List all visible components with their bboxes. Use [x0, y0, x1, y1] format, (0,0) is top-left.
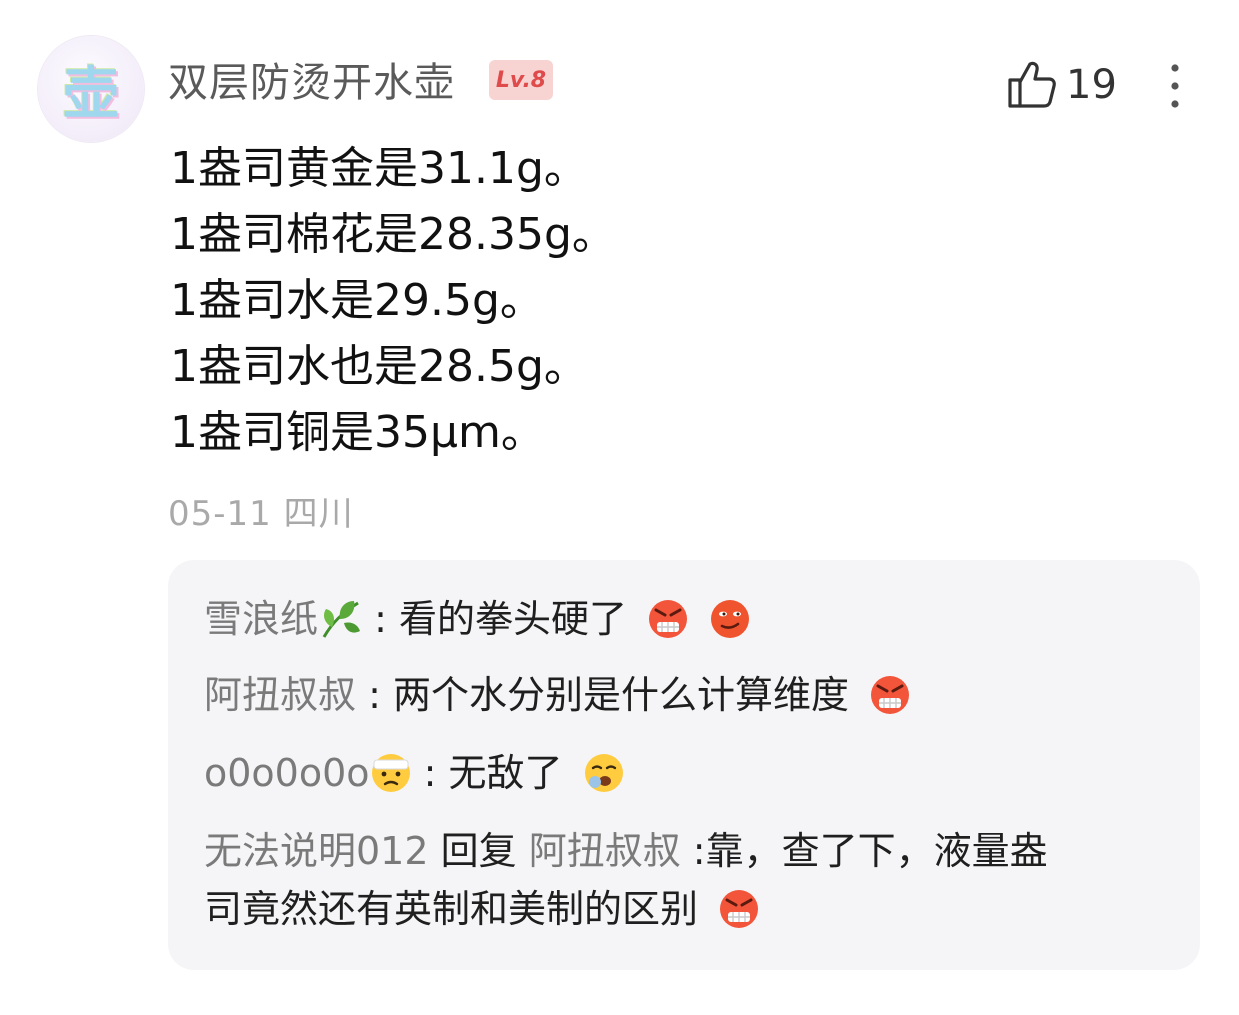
reply-author[interactable]: 阿扭叔叔 — [204, 673, 356, 717]
like-count: 19 — [1066, 62, 1117, 108]
reply-item[interactable]: 阿扭叔叔 : 两个水分别是什么计算维度 — [204, 666, 911, 724]
replies-panel[interactable]: 雪浪纸 : 看的拳头硬了 阿扭叔叔 : 两个水分别是什么计算维度 o0o0o0o… — [168, 560, 1200, 970]
comment-line: 1盎司黄金是31.1g。 — [170, 143, 588, 194]
reply-separator: : — [411, 751, 449, 795]
angry-emoji-icon — [720, 889, 759, 928]
user-avatar[interactable]: 壶 — [38, 36, 144, 142]
reply-separator: : — [356, 673, 393, 717]
reply-author[interactable]: 雪浪纸 — [204, 597, 318, 641]
reply-item-continuation: 司竟然还有英制和美制的区别 — [204, 880, 760, 938]
comment-username[interactable]: 双层防烫开水壶 — [168, 50, 455, 108]
reply-item[interactable]: 无法说明012 回复 阿扭叔叔 :靠，查了下，液量盎 — [204, 822, 1048, 880]
reply-item[interactable]: o0o0o0o : 无敌了 — [204, 744, 625, 802]
leaf-icon — [322, 600, 361, 638]
comment-body: 1盎司黄金是31.1g。 1盎司棉花是28.35g。 1盎司水是29.5g。 1… — [170, 136, 616, 466]
comment-line: 1盎司水是29.5g。 — [170, 275, 544, 326]
more-options-icon[interactable] — [1163, 62, 1187, 110]
angry-emoji-icon — [871, 675, 910, 714]
comment-line: 1盎司水也是28.5g。 — [170, 341, 588, 392]
angry-emoji-icon — [649, 599, 688, 638]
yawn-emoji-icon — [584, 753, 623, 792]
reply-item[interactable]: 雪浪纸 : 看的拳头硬了 — [204, 590, 751, 648]
comment-line: 1盎司铜是35μm。 — [170, 407, 545, 458]
comment-line: 1盎司棉花是28.35g。 — [170, 209, 616, 260]
reply-text: 靠，查了下，液量盎 — [705, 829, 1048, 873]
reply-separator: : — [362, 597, 399, 641]
reply-author[interactable]: 无法说明012 — [204, 829, 429, 873]
injured-emoji-icon — [371, 753, 410, 792]
reply-text: 看的拳头硬了 — [398, 597, 627, 641]
comment-location: 四川 — [283, 494, 354, 534]
reply-text: 两个水分别是什么计算维度 — [392, 673, 849, 717]
reply-text: 司竟然还有英制和美制的区别 — [204, 887, 699, 931]
comment-date: 05-11 — [168, 494, 272, 534]
thumbs-up-icon[interactable] — [1006, 58, 1058, 110]
reply-author[interactable]: o0o0o0o — [204, 751, 370, 795]
reply-separator: : — [680, 829, 706, 873]
level-badge: Lv.8 — [489, 60, 553, 100]
reply-keyword: 回复 — [428, 829, 529, 873]
smirk-emoji-icon — [711, 599, 750, 638]
comment-meta: 05-11 四川 — [168, 486, 354, 535]
reply-to-author[interactable]: 阿扭叔叔 — [529, 829, 681, 873]
reply-text: 无敌了 — [448, 751, 563, 795]
